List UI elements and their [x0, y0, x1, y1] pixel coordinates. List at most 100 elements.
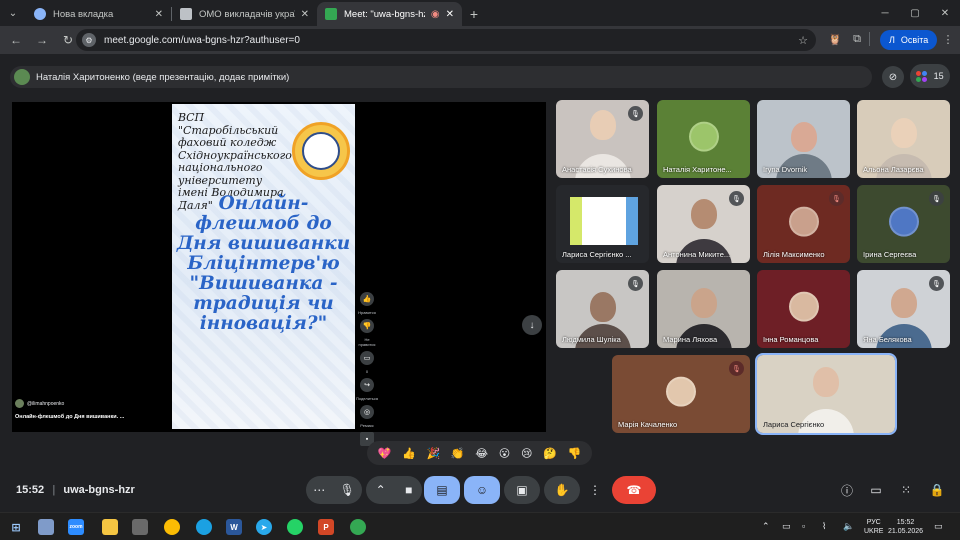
participant-tile[interactable]: 🎙 Анастасія Сухинова	[556, 100, 649, 178]
participant-tile[interactable]: Наталія Харитоне...	[657, 100, 750, 178]
address-bar[interactable]: ⚙ meet.google.com/uwa-bgns-hzr?authuser=…	[76, 29, 816, 51]
profile-button[interactable]: Л Освіта	[880, 30, 938, 50]
meeting-controls: 15:52 | uwa-bgns-hzr ⋯ 🎙 ⌃ ■ ▤ ☺ ▣ ✋ ⋮ ☎…	[0, 466, 960, 512]
host-controls-button[interactable]: 🔒	[927, 480, 947, 500]
participant-tile[interactable]: 🎙 Людмила Шуліка	[556, 270, 649, 348]
minimize-button[interactable]: ─	[870, 0, 900, 26]
chevron-up-icon[interactable]: ⌃	[762, 521, 770, 532]
powerpoint-icon[interactable]: P	[318, 519, 334, 535]
arrow-down-icon: ↓	[529, 319, 535, 331]
telegram-icon[interactable]: ➤	[256, 519, 272, 535]
reaction-clap[interactable]: 👏	[451, 447, 465, 460]
meet-icon	[325, 8, 337, 20]
notifications-icon[interactable]: ▭	[934, 521, 943, 532]
site-info-icon[interactable]: ⚙	[82, 33, 96, 47]
windows-start-icon[interactable]: ⊞	[8, 519, 24, 535]
tab-new-tab[interactable]: Нова вкладка ✕	[26, 2, 171, 26]
word-icon[interactable]: W	[226, 519, 242, 535]
browser-toolbar: ← → ↻ ⚙ meet.google.com/uwa-bgns-hzr?aut…	[0, 26, 960, 54]
meeting-details-button[interactable]: ⓘ	[837, 480, 857, 500]
reaction-party[interactable]: 🎉	[426, 447, 440, 460]
edge-icon[interactable]	[196, 519, 212, 535]
reaction-heart[interactable]: 💖	[378, 447, 392, 460]
reaction-thumbs-down[interactable]: 👎	[568, 447, 582, 460]
scroll-down-button[interactable]: ↓	[522, 315, 542, 335]
audio-options-group: ⋯ 🎙	[306, 476, 362, 504]
participant-tile[interactable]: Інна Романцова	[757, 270, 850, 348]
mic-icon[interactable]: 🎙	[340, 483, 355, 497]
dislike-icon[interactable]: 👎	[360, 319, 374, 333]
presentation-slide: ВСП "Старобільський фаховий коледж Східн…	[172, 104, 355, 429]
camera-icon[interactable]: ■	[405, 483, 412, 497]
raise-hand-button[interactable]: ✋	[544, 476, 580, 504]
participant-tile[interactable]: 🎙 Антонина Микитe...	[657, 185, 750, 263]
reactions-button[interactable]: ☺	[464, 476, 500, 504]
extensions-puzzle-icon[interactable]: ⧉	[847, 29, 867, 49]
file-explorer-icon[interactable]	[102, 519, 118, 535]
extension-icon[interactable]: 🦉	[825, 29, 845, 49]
remix-icon[interactable]: ◎	[360, 405, 374, 419]
participant-tile-self[interactable]: Лариса Сергієнко	[755, 353, 897, 435]
bookmark-star-icon[interactable]: ☆	[798, 34, 808, 47]
tab-omo[interactable]: ОМО викладачів української л ✕	[172, 2, 317, 26]
participant-name: Ірина Сергеєва	[863, 250, 917, 259]
participant-tile[interactable]: 🎙 Ірина Сергеєва	[857, 185, 950, 263]
leave-call-button[interactable]: ☎	[612, 476, 656, 504]
new-tab-button[interactable]: +	[462, 2, 486, 26]
maximize-button[interactable]: ▢	[900, 0, 930, 26]
back-button[interactable]: ←	[4, 28, 28, 52]
wifi-icon[interactable]: ⌇	[822, 521, 826, 532]
like-icon[interactable]: 👍	[360, 292, 374, 306]
reaction-thumbs-up[interactable]: 👍	[402, 447, 416, 460]
chat-button[interactable]: ▭	[866, 480, 886, 500]
reaction-thinking[interactable]: 🤔	[543, 447, 557, 460]
tab-title: Meet: "uwa-bgns-hzr"	[344, 8, 425, 20]
lock-person-icon: 🔒	[929, 483, 945, 497]
present-button[interactable]: ▣	[504, 476, 540, 504]
recording-icon: ◉	[430, 8, 440, 20]
reaction-sad[interactable]: 😢	[521, 447, 532, 460]
reaction-laugh[interactable]: 😂	[475, 447, 488, 460]
language-indicator[interactable]: РУС UKRE	[864, 518, 883, 536]
app-icon[interactable]	[38, 519, 54, 535]
chrome-icon[interactable]	[350, 519, 366, 535]
reaction-surprised[interactable]: 😮	[499, 447, 510, 460]
presentation-stage[interactable]: ВСП "Старобільський фаховий коледж Східн…	[12, 102, 546, 446]
participant-tile[interactable]: 🎙 Марія Качаленко	[612, 355, 750, 433]
more-options-button[interactable]: ⋮	[584, 476, 606, 504]
captions-button[interactable]: ▤	[424, 476, 460, 504]
avatar	[788, 291, 819, 322]
zoom-icon[interactable]: zoom	[68, 519, 84, 535]
participants-avatars-icon	[916, 70, 928, 82]
participant-tile[interactable]: Альона Лазарєва	[857, 100, 950, 178]
close-window-button[interactable]: ✕	[930, 0, 960, 26]
participant-tile[interactable]: Марина Ляхова	[657, 270, 750, 348]
participant-tile[interactable]: Лариса Сергієнко ...	[556, 185, 649, 263]
video-feed	[690, 199, 717, 229]
share-icon[interactable]: ↪	[360, 378, 374, 392]
browser-menu-icon[interactable]: ⋮	[938, 29, 958, 49]
close-icon[interactable]: ✕	[446, 9, 454, 20]
hide-self-view-icon[interactable]: ⊘	[882, 66, 904, 88]
chrome-icon[interactable]	[164, 519, 180, 535]
close-icon[interactable]: ✕	[301, 9, 309, 20]
comment-icon[interactable]: ▭	[360, 351, 374, 365]
app-icon[interactable]	[132, 519, 148, 535]
activities-button[interactable]: ⁙	[896, 480, 916, 500]
chevron-up-icon[interactable]: ⌃	[376, 483, 386, 497]
audio-options-icon[interactable]: ⋯	[313, 483, 325, 497]
tab-search-button[interactable]: ⌄	[0, 0, 26, 26]
close-icon[interactable]: ✕	[155, 9, 163, 20]
participant-tile[interactable]: 🎙 Лілія Максименко	[757, 185, 850, 263]
slide-title: Онлайн-флешмоб до Дня вишиванки Бліцінте…	[176, 193, 351, 334]
participant-tile[interactable]: 🎙 Яна Белякова	[857, 270, 950, 348]
participant-name: Лілія Максименко	[763, 250, 825, 259]
volume-icon[interactable]: 🔈	[843, 521, 854, 532]
system-clock[interactable]: 15:52 21.05.2026	[888, 518, 923, 536]
participant-tile[interactable]: Iryna Dvornik	[757, 100, 850, 178]
dislike-label: Не нравится	[358, 337, 376, 347]
participants-button[interactable]: 15	[910, 64, 950, 88]
whatsapp-icon[interactable]	[287, 519, 303, 535]
tab-meet[interactable]: Meet: "uwa-bgns-hzr" ◉ ✕	[317, 2, 462, 26]
forward-button[interactable]: →	[30, 28, 54, 52]
